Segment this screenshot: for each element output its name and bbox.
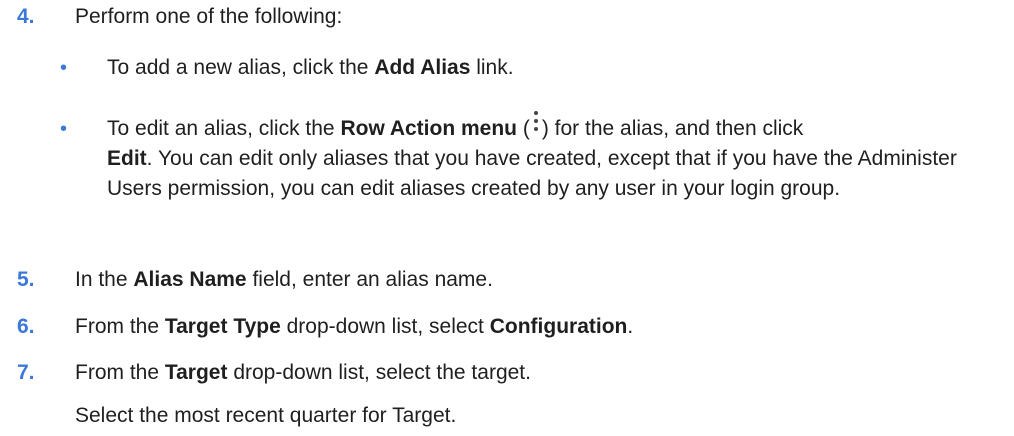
- step-text-pre: From the: [75, 315, 165, 338]
- bullet-text-post: link.: [470, 56, 514, 79]
- row-action-menu-label: Row Action menu: [340, 117, 518, 140]
- bullet-text-mid: ) for the alias, and then click: [541, 117, 804, 140]
- step-number: 6.: [17, 315, 35, 338]
- alias-name-label: Alias Name: [133, 268, 247, 291]
- target-label: Target: [164, 361, 228, 384]
- target-type-label: Target Type: [164, 315, 281, 338]
- add-alias-label: Add Alias: [374, 56, 471, 79]
- bullet-text-post: . You can edit only aliases that you hav…: [107, 147, 957, 200]
- bullet-text-pre: To add a new alias, click the: [107, 56, 375, 79]
- edit-label: Edit: [107, 147, 147, 170]
- step-number: 7.: [17, 361, 35, 384]
- step-text-post: .: [627, 315, 634, 338]
- step-text-pre: From the: [75, 361, 165, 384]
- step-text: From the Target drop-down list, select t…: [75, 358, 995, 388]
- bullet-marker: •: [60, 57, 68, 79]
- step-text: From the Target Type drop-down list, sel…: [75, 312, 995, 342]
- step-number: 4.: [17, 5, 35, 28]
- step-text: In the Alias Name field, enter an alias …: [75, 265, 995, 295]
- bullet-text-pre: To edit an alias, click the: [107, 117, 341, 140]
- step-text-post: drop-down list, select the target.: [227, 361, 531, 384]
- step-text-post: field, enter an alias name.: [246, 268, 493, 291]
- step-number: 5.: [17, 268, 35, 291]
- step-text-pre: In the: [75, 268, 134, 291]
- bullet-text: To edit an alias, click the Row Action m…: [107, 111, 997, 204]
- paren-open: (: [517, 117, 530, 140]
- kebab-menu-icon: [532, 111, 540, 139]
- step-note: Select the most recent quarter for Targe…: [75, 404, 457, 427]
- step-text: Perform one of the following:: [75, 5, 343, 28]
- bullet-text: To add a new alias, click the Add Alias …: [107, 53, 997, 83]
- step-text-mid: drop-down list, select: [280, 315, 490, 338]
- bullet-marker: •: [60, 118, 68, 140]
- configuration-label: Configuration: [489, 315, 628, 338]
